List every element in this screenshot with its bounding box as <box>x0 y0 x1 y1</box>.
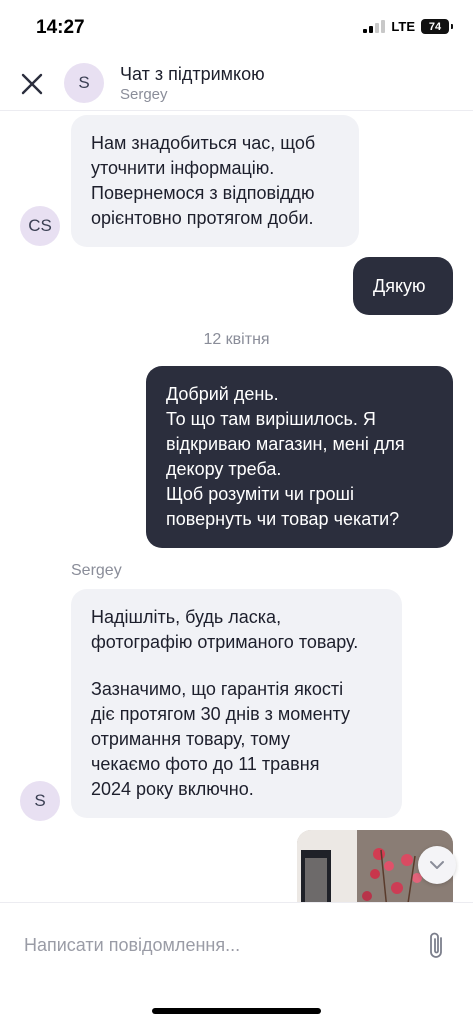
message-line: Надішліть, будь ласка, <box>91 607 282 627</box>
avatar: S <box>20 781 60 821</box>
status-indicators: LTE 74 <box>363 19 453 34</box>
message-line: отримання товару, тому <box>91 729 291 749</box>
outgoing-message: Дякую <box>353 257 453 315</box>
agent-name: Sergey <box>120 86 168 103</box>
status-time: 14:27 <box>36 17 85 38</box>
message-line: уточнити інформацію. <box>91 158 275 178</box>
date-separator: 12 квітня <box>203 331 270 348</box>
scroll-down-button[interactable] <box>418 846 456 884</box>
avatar: CS <box>20 206 60 246</box>
battery-icon: 74 <box>421 19 453 34</box>
message-line: Зазначимо, що гарантія якості <box>91 679 344 699</box>
close-icon <box>21 73 43 95</box>
chevron-down-icon <box>430 861 444 869</box>
message-line: Щоб розуміти чи гроші <box>166 484 354 504</box>
message-line: 2024 року включно. <box>91 779 254 799</box>
message-input[interactable] <box>24 931 414 959</box>
incoming-message: Надішліть, будь ласка, фотографію отрима… <box>71 589 402 818</box>
message-line: Нам знадобиться час, щоб <box>91 133 316 153</box>
message-line: фотографію отриманого товару. <box>91 632 359 652</box>
status-bar: 14:27 LTE 74 <box>0 0 473 56</box>
signal-icon <box>363 20 386 33</box>
message-line: повернуть чи товар чекати? <box>166 509 400 529</box>
network-type: LTE <box>391 19 415 34</box>
home-indicator <box>152 1008 321 1014</box>
message-line: Повернемося з відповіддю <box>91 183 315 203</box>
chat-messages[interactable]: Нам знадобиться час, щоб уточнити інформ… <box>0 112 473 902</box>
avatar: S <box>64 63 104 103</box>
incoming-message: Нам знадобиться час, щоб уточнити інформ… <box>71 115 359 247</box>
message-line: То що там вирішилось. Я <box>166 409 376 429</box>
message-line: чекаємо фото до 11 травня <box>91 754 320 774</box>
sender-name: Sergey <box>71 562 122 579</box>
message-line: орієнтовно протягом доби. <box>91 208 314 228</box>
message-line: Добрий день. <box>166 384 279 404</box>
chat-header: S Чат з підтримкою Sergey <box>0 56 473 111</box>
message-line: декору треба. <box>166 459 282 479</box>
outgoing-message: Добрий день. То що там вирішилось. Я від… <box>146 366 453 548</box>
page-title: Чат з підтримкою <box>120 64 265 84</box>
paperclip-icon <box>430 932 442 958</box>
attach-button[interactable] <box>424 929 450 961</box>
close-button[interactable] <box>18 70 46 98</box>
message-composer <box>0 902 473 986</box>
message-line: діє протягом 30 днів з моменту <box>91 704 351 724</box>
message-line: відкриваю магазин, мені для <box>166 434 405 454</box>
message-text: Дякую <box>373 276 426 296</box>
